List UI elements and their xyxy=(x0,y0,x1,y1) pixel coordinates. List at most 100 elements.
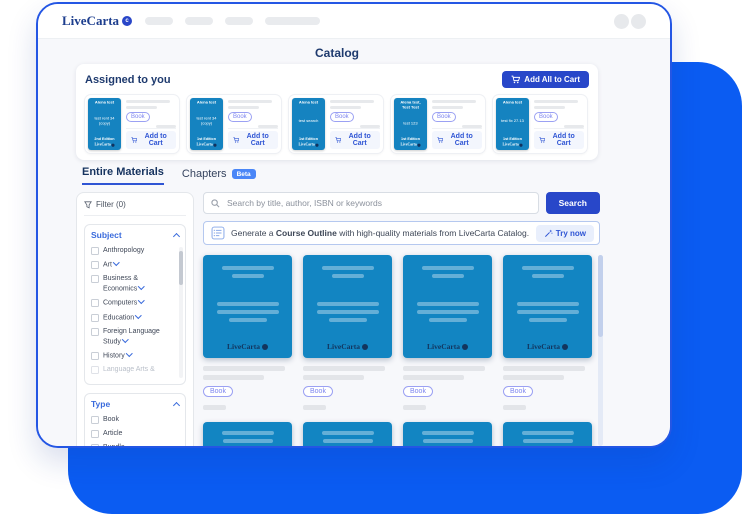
nav-item-placeholder[interactable] xyxy=(185,17,213,25)
filter-group-type: Type Book Article Bundle Course outline … xyxy=(84,393,186,448)
text-placeholder xyxy=(432,100,476,103)
add-all-to-cart-button[interactable]: Add All to Cart xyxy=(502,71,589,88)
type-option[interactable]: Bundle xyxy=(91,443,173,448)
title-placeholder xyxy=(503,366,585,371)
subject-option[interactable]: Anthropology xyxy=(91,246,173,255)
subject-list-scrollbar[interactable] xyxy=(179,247,183,378)
subject-option[interactable]: Computers xyxy=(91,298,173,308)
checkbox[interactable] xyxy=(91,444,99,448)
subject-option[interactable]: Foreign Language Study xyxy=(91,327,173,346)
checkbox[interactable] xyxy=(91,328,99,336)
chevron-up-icon xyxy=(173,232,180,239)
assigned-card[interactable]: Alena test test fix 27.13 1st Edition Li… xyxy=(493,95,587,153)
content-scrollbar[interactable] xyxy=(598,255,603,446)
filter-toggle[interactable]: Filter (0) xyxy=(84,200,186,216)
cart-icon xyxy=(233,136,239,144)
type-option[interactable]: Article xyxy=(91,429,173,438)
title-placeholder xyxy=(403,366,485,371)
add-to-cart-button[interactable]: Add to Cart xyxy=(330,131,380,149)
chevron-down-icon xyxy=(135,312,141,318)
assigned-card[interactable]: Alena test test rent 34 (copy) 2nd Editi… xyxy=(85,95,179,153)
chevron-down-icon xyxy=(122,336,128,342)
author-placeholder xyxy=(303,375,364,380)
book-type-badge: Book xyxy=(228,112,252,122)
scrollbar-thumb[interactable] xyxy=(598,255,603,337)
subject-option[interactable]: Business & Economics xyxy=(91,274,173,293)
text-placeholder xyxy=(330,100,374,103)
text-placeholder xyxy=(534,100,578,103)
catalog-card xyxy=(303,422,392,448)
livecarta-logo[interactable]: LiveCarta c xyxy=(62,13,132,29)
catalog-card: LiveCarta Book xyxy=(503,255,592,410)
text-placeholder xyxy=(534,106,565,109)
assigned-cards-row: Alena test test rent 34 (copy) 2nd Editi… xyxy=(85,95,589,153)
checkbox[interactable] xyxy=(91,275,99,283)
search-button[interactable]: Search xyxy=(546,192,600,214)
nav-item-placeholder[interactable] xyxy=(265,17,320,25)
checkbox[interactable] xyxy=(91,314,99,322)
add-to-cart-button[interactable]: Add to Cart xyxy=(534,131,584,149)
price-placeholder xyxy=(303,405,326,410)
checkbox[interactable] xyxy=(91,416,99,424)
catalog-card: LiveCarta Book xyxy=(403,255,492,410)
chevron-up-icon xyxy=(173,402,180,409)
search-input[interactable] xyxy=(225,197,531,209)
book-cover[interactable]: LiveCarta xyxy=(503,255,592,358)
book-type-badge: Book xyxy=(203,386,233,397)
cover-brand: LiveCarta xyxy=(203,342,292,351)
avatar[interactable] xyxy=(614,14,629,29)
page-content: Catalog Assigned to you Add All to Cart … xyxy=(38,39,670,446)
subject-option[interactable]: Art xyxy=(91,260,173,270)
book-cover[interactable] xyxy=(303,422,392,448)
subject-group-header[interactable]: Subject xyxy=(91,230,179,240)
tab-entire-materials[interactable]: Entire Materials xyxy=(82,166,164,185)
cover-brand: LiveCarta xyxy=(403,342,492,351)
add-to-cart-button[interactable]: Add to Cart xyxy=(126,131,176,149)
type-group-header[interactable]: Type xyxy=(91,399,179,409)
subject-option[interactable]: Language Arts & xyxy=(91,365,173,374)
checkbox[interactable] xyxy=(91,352,99,360)
subject-option[interactable]: Education xyxy=(91,313,173,323)
book-cover: Alena test test rent 34 (copy) 1st Editi… xyxy=(190,98,223,150)
book-cover[interactable]: LiveCarta xyxy=(203,255,292,358)
assigned-panel: Assigned to you Add All to Cart Alena te… xyxy=(76,64,598,160)
assigned-card[interactable]: Alena test, Test Test test 123 1st Editi… xyxy=(391,95,485,153)
assigned-card[interactable]: Alena test test rent 34 (copy) 1st Editi… xyxy=(187,95,281,153)
assigned-title: Assigned to you xyxy=(85,74,171,86)
cart-icon xyxy=(539,136,545,144)
book-type-badge: Book xyxy=(432,112,456,122)
try-now-button[interactable]: Try now xyxy=(536,225,594,242)
subject-option[interactable]: History xyxy=(91,351,173,361)
chevron-down-icon xyxy=(126,350,132,356)
checkbox[interactable] xyxy=(91,299,99,307)
book-cover[interactable]: LiveCarta xyxy=(403,255,492,358)
catalog-card: LiveCarta Book xyxy=(203,255,292,410)
catalog-card xyxy=(503,422,592,448)
checkbox[interactable] xyxy=(91,430,99,438)
text-placeholder xyxy=(126,106,157,109)
checkbox[interactable] xyxy=(91,247,99,255)
assigned-card[interactable]: Alena test test search 1st Edition LiveC… xyxy=(289,95,383,153)
catalog-card xyxy=(403,422,492,448)
type-option[interactable]: Book xyxy=(91,415,173,424)
beta-badge: Beta xyxy=(232,169,256,179)
catalog-main: Search Generate a Course Outline with hi… xyxy=(203,192,600,448)
price-placeholder xyxy=(203,405,226,410)
book-cover[interactable] xyxy=(503,422,592,448)
book-cover[interactable]: LiveCarta xyxy=(303,255,392,358)
checkbox[interactable] xyxy=(91,261,99,269)
app-window: LiveCarta c Catalog Assigned to you Add … xyxy=(36,2,672,448)
tab-chapters[interactable]: Chapters Beta xyxy=(182,168,256,185)
avatar[interactable] xyxy=(631,14,646,29)
nav-item-placeholder[interactable] xyxy=(225,17,253,25)
add-to-cart-button[interactable]: Add to Cart xyxy=(228,131,278,149)
book-cover[interactable] xyxy=(203,422,292,448)
nav-item-placeholder[interactable] xyxy=(145,17,173,25)
cover-brand: LiveCarta xyxy=(503,342,592,351)
book-type-badge: Book xyxy=(534,112,558,122)
checkbox[interactable] xyxy=(91,366,99,374)
add-to-cart-button[interactable]: Add to Cart xyxy=(432,131,482,149)
logo-badge-icon: c xyxy=(122,16,132,26)
book-cover[interactable] xyxy=(403,422,492,448)
cart-icon xyxy=(335,136,341,144)
